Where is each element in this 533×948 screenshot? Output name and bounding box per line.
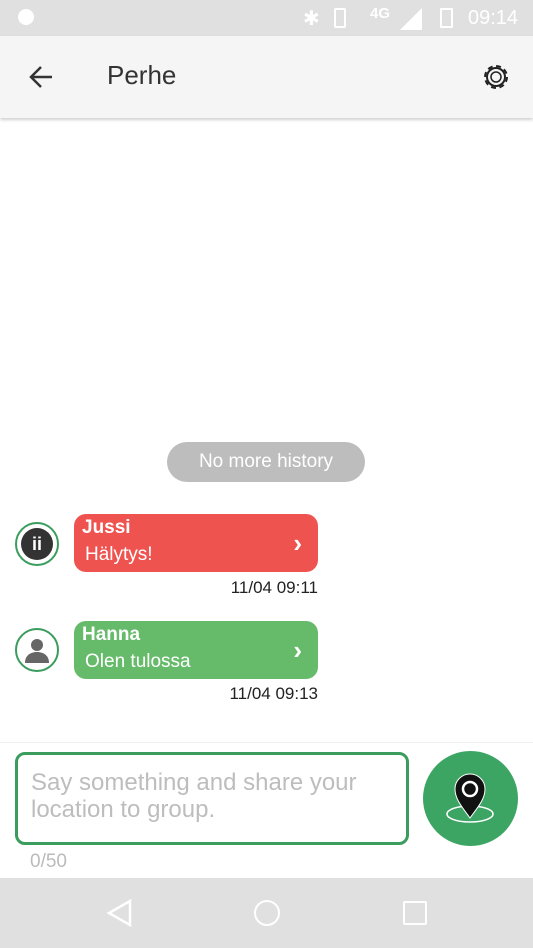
message-bubble[interactable]: Hanna Olen tulossa ›: [74, 621, 318, 679]
share-location-button[interactable]: [423, 751, 518, 846]
page-title: Perhe: [107, 60, 177, 90]
no-more-history-label: No more history: [167, 442, 365, 482]
vibrate-icon: [334, 8, 346, 28]
message-time: 11/04 09:13: [229, 684, 318, 703]
avatar-hanna: [15, 628, 59, 672]
arrow-left-icon[interactable]: [28, 64, 54, 90]
signal-icon: [400, 8, 422, 30]
message-input[interactable]: Say something and share your location to…: [15, 752, 409, 845]
message-time: 11/04 09:11: [230, 578, 318, 597]
sender-name: Hanna: [82, 624, 141, 645]
status-bar: ✱ 4G 09:14: [0, 0, 533, 36]
network-type: 4G: [370, 5, 391, 22]
sender-name: Jussi: [82, 517, 131, 538]
clock: 09:14: [468, 7, 519, 29]
bluetooth-icon: ✱: [303, 8, 320, 30]
character-counter: 0/50: [30, 851, 67, 872]
gear-icon[interactable]: [479, 60, 513, 94]
app-notification-icon: [18, 9, 34, 25]
person-icon: [25, 639, 49, 663]
message-text: Olen tulossa: [85, 651, 191, 672]
app-bar: Perhe: [0, 36, 533, 118]
home-circle-icon[interactable]: [254, 900, 280, 926]
message-text: Hälytys!: [85, 544, 153, 565]
chevron-right-icon: ›: [293, 635, 302, 665]
battery-icon: [440, 8, 453, 28]
back-triangle-icon[interactable]: [106, 899, 132, 927]
navigation-bar: [0, 878, 533, 948]
message-bubble[interactable]: Jussi Hälytys! ›: [74, 514, 318, 572]
chevron-right-icon: ›: [293, 528, 302, 558]
avatar-jussi: ii: [15, 522, 59, 566]
location-pin-icon: [446, 773, 494, 823]
recents-square-icon[interactable]: [403, 901, 427, 925]
